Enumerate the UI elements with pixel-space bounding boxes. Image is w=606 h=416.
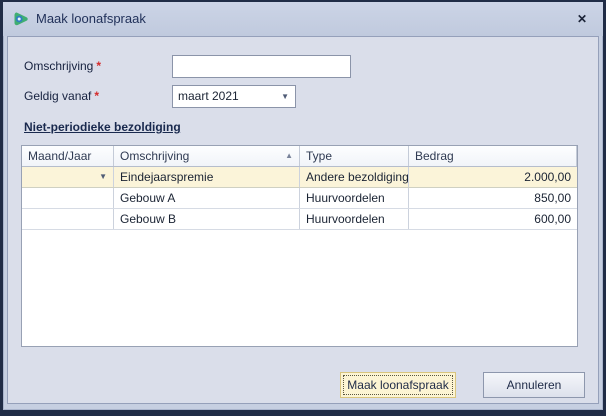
cell-maand-jaar[interactable] (22, 209, 114, 229)
close-icon[interactable]: ✕ (569, 7, 595, 31)
cell-omschrijving[interactable]: Gebouw A (114, 188, 300, 208)
column-header-type[interactable]: Type (300, 146, 409, 166)
chevron-down-icon[interactable]: ▼ (281, 86, 289, 107)
annuleren-button[interactable]: Annuleren (483, 372, 585, 398)
cell-maand-jaar[interactable] (22, 188, 114, 208)
table-row[interactable]: Gebouw A Huurvoordelen 850,00 (22, 188, 577, 209)
cell-omschrijving[interactable]: Gebouw B (114, 209, 300, 229)
window-title: Maak loonafspraak (36, 2, 146, 36)
geldig-vanaf-label: Geldig vanaf* (24, 89, 99, 103)
cell-maand-jaar[interactable]: ▼ (22, 167, 114, 187)
column-header-maand-jaar[interactable]: Maand/Jaar (22, 146, 114, 166)
cell-bedrag[interactable]: 850,00 (409, 188, 577, 208)
chevron-down-icon[interactable]: ▼ (99, 167, 107, 187)
cell-type[interactable]: Huurvoordelen (300, 209, 409, 229)
omschrijving-label-text: Omschrijving (24, 59, 93, 73)
table-header-row: Maand/Jaar Omschrijving ▲ Type Bedrag (22, 146, 577, 167)
omschrijving-label: Omschrijving* (24, 59, 101, 73)
table-row[interactable]: Gebouw B Huurvoordelen 600,00 (22, 209, 577, 230)
bezoldiging-table: Maand/Jaar Omschrijving ▲ Type Bedrag ▼ … (21, 145, 578, 347)
geldig-vanaf-combobox[interactable]: maart 2021 ▼ (172, 85, 296, 108)
cell-type[interactable]: Andere bezoldigingen (300, 167, 409, 187)
annuleren-button-label: Annuleren (507, 378, 562, 392)
sort-ascending-icon[interactable]: ▲ (285, 146, 293, 166)
table-empty-area (22, 230, 577, 346)
column-header-omschrijving[interactable]: Omschrijving ▲ (114, 146, 300, 166)
table-row[interactable]: ▼ Eindejaarspremie Andere bezoldigingen … (22, 167, 577, 188)
omschrijving-input[interactable] (172, 55, 351, 78)
column-header-bedrag[interactable]: Bedrag (409, 146, 577, 166)
maak-loonafspraak-button-label: Maak loonafspraak (347, 378, 448, 392)
maak-loonafspraak-button[interactable]: Maak loonafspraak (340, 372, 456, 398)
dialog-window: Maak loonafspraak ✕ Omschrijving* Geldig… (0, 0, 606, 416)
titlebar[interactable]: Maak loonafspraak ✕ (3, 2, 603, 36)
required-asterisk: * (96, 59, 101, 73)
cell-bedrag[interactable]: 600,00 (409, 209, 577, 229)
required-asterisk: * (94, 89, 99, 103)
cell-omschrijving[interactable]: Eindejaarspremie (114, 167, 300, 187)
cell-bedrag[interactable]: 2.000,00 (409, 167, 577, 187)
geldig-vanaf-label-text: Geldig vanaf (24, 89, 91, 103)
app-icon (12, 10, 30, 28)
column-header-omschrijving-text: Omschrijving (120, 149, 189, 163)
geldig-vanaf-value: maart 2021 (178, 89, 239, 103)
cell-type[interactable]: Huurvoordelen (300, 188, 409, 208)
section-title: Niet-periodieke bezoldiging (24, 120, 181, 134)
